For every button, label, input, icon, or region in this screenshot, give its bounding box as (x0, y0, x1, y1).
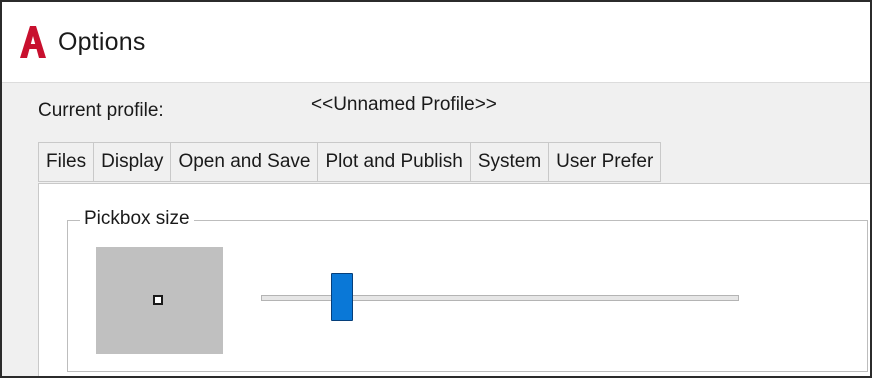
tab-strip: Files Display Open and Save Plot and Pub… (38, 142, 870, 184)
tab-panel: Pickbox size (38, 183, 870, 376)
autocad-a-icon (20, 26, 46, 58)
tab-system[interactable]: System (469, 142, 549, 182)
tab-user-preferences[interactable]: User Prefer (548, 142, 662, 182)
pickbox-size-group: Pickbox size (67, 208, 868, 372)
tab-open-and-save[interactable]: Open and Save (170, 142, 318, 182)
tab-files[interactable]: Files (38, 142, 94, 182)
current-profile-label: Current profile: (38, 100, 164, 121)
current-profile-value: <<Unnamed Profile>> (311, 94, 497, 115)
tab-display[interactable]: Display (93, 142, 171, 182)
title-bar: Options (2, 2, 870, 83)
pickbox-icon (153, 295, 163, 305)
pickbox-size-label: Pickbox size (80, 208, 194, 230)
pickbox-preview (96, 247, 223, 354)
slider-thumb[interactable] (331, 273, 354, 321)
pickbox-size-slider[interactable] (261, 271, 739, 331)
window-title: Options (58, 28, 146, 56)
tab-plot-and-publish[interactable]: Plot and Publish (317, 142, 470, 182)
options-dialog: Options Current profile: <<Unnamed Profi… (0, 0, 872, 378)
